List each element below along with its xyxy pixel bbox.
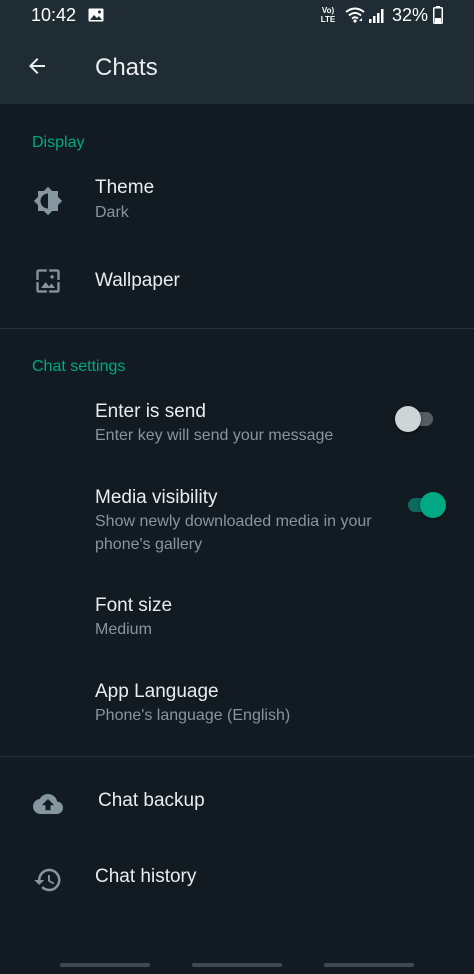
nav-recents-button[interactable]: [60, 963, 150, 967]
chat-backup-title: Chat backup: [98, 790, 205, 811]
app-language-title: App Language: [95, 681, 219, 702]
system-nav-bar: [0, 958, 474, 974]
section-divider: [0, 328, 474, 329]
brightness-icon: [32, 185, 64, 217]
media-visibility-setting[interactable]: Media visibility Show newly downloaded m…: [0, 476, 474, 566]
volte-indicator: Vo) LTE: [320, 6, 336, 24]
wallpaper-icon: [32, 265, 64, 297]
status-bar: 10:42 Vo) LTE 32%: [0, 0, 474, 32]
page-title: Chats: [95, 54, 158, 81]
section-divider: [0, 756, 474, 757]
battery-icon: [433, 6, 443, 29]
theme-title: Theme: [95, 177, 155, 198]
history-icon: [32, 864, 64, 896]
enter-is-send-title: Enter is send: [95, 401, 206, 422]
toggle-thumb: [420, 492, 446, 518]
media-visibility-toggle[interactable]: [402, 489, 446, 518]
font-size-setting[interactable]: Font size Medium: [0, 584, 474, 654]
battery-percent: 32%: [392, 5, 429, 25]
status-time: 10:42: [31, 5, 77, 25]
app-bar: Chats: [0, 32, 474, 104]
arrow-left-icon: [25, 54, 49, 83]
section-header-display: Display: [32, 134, 85, 151]
enter-is-send-setting[interactable]: Enter is send Enter key will send your m…: [0, 390, 474, 460]
wallpaper-title: Wallpaper: [95, 270, 180, 291]
gallery-notification-icon: [88, 8, 104, 27]
section-header-chat-settings: Chat settings: [32, 358, 126, 375]
theme-value: Dark: [95, 204, 129, 221]
nav-home-button[interactable]: [192, 963, 282, 967]
wallpaper-setting[interactable]: Wallpaper: [0, 248, 474, 314]
chat-history-title: Chat history: [95, 866, 197, 887]
enter-is-send-description: Enter key will send your message: [95, 427, 334, 444]
signal-icon: [368, 8, 386, 29]
wifi-icon: [345, 7, 365, 28]
chat-history-setting[interactable]: Chat history: [0, 846, 474, 912]
cloud-upload-icon: [32, 788, 64, 820]
font-size-title: Font size: [95, 595, 173, 616]
media-visibility-title: Media visibility: [95, 487, 218, 508]
enter-is-send-toggle[interactable]: [395, 403, 439, 432]
app-language-value: Phone's language (English): [95, 707, 291, 724]
nav-back-button[interactable]: [324, 963, 414, 967]
back-button[interactable]: [14, 45, 60, 91]
app-language-setting[interactable]: App Language Phone's language (English): [0, 670, 474, 740]
media-visibility-description: Show newly downloaded media in your phon…: [95, 513, 372, 553]
chat-backup-setting[interactable]: Chat backup: [0, 770, 474, 836]
font-size-value: Medium: [95, 621, 152, 638]
theme-setting[interactable]: Theme Dark: [0, 166, 474, 236]
toggle-thumb: [395, 406, 421, 432]
